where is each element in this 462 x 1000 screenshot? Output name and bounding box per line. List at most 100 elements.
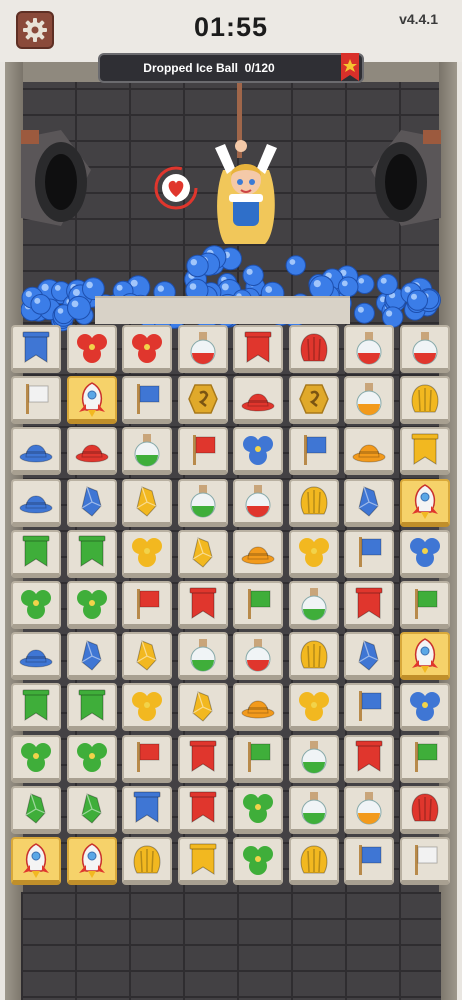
tile-green-flower[interactable] <box>11 581 61 629</box>
tile-yellow-banner[interactable] <box>177 837 228 885</box>
tile-yellow-crystal[interactable] <box>177 529 228 578</box>
orange-hat-icon <box>241 700 275 719</box>
right-pipe-icon <box>371 130 441 226</box>
tile-blue-flag[interactable] <box>288 427 339 476</box>
tile-green-flag[interactable] <box>399 734 450 783</box>
tile-white-flag[interactable] <box>399 837 450 885</box>
tile-yellow-shell[interactable] <box>122 837 172 885</box>
tile-blue-flower[interactable] <box>233 427 283 476</box>
tile-blue-hat[interactable] <box>11 478 61 527</box>
tile-orange-hat[interactable] <box>344 427 394 476</box>
tile-red-shell[interactable] <box>399 785 450 834</box>
tile-yellow-flower[interactable] <box>122 529 172 578</box>
tile-yellow-flower[interactable] <box>288 529 339 578</box>
tile-red-shell[interactable] <box>288 325 339 373</box>
tile-yellow-shell[interactable] <box>288 837 339 885</box>
tile-red-flower[interactable] <box>122 325 172 373</box>
tile-red-banner[interactable] <box>344 734 394 783</box>
tile-red-banner[interactable] <box>177 734 228 783</box>
tile-yellow-banner[interactable] <box>399 427 450 476</box>
tile-green-banner[interactable] <box>11 683 61 732</box>
tile-green-potion[interactable] <box>177 632 228 681</box>
tile-green-flag[interactable] <box>399 581 450 629</box>
tile-orange-potion[interactable] <box>344 376 394 425</box>
tile-red-banner[interactable] <box>177 785 228 834</box>
tile-rocket[interactable] <box>399 478 450 527</box>
tile-yellow-flower[interactable] <box>122 683 172 732</box>
tile-blue-crystal[interactable] <box>344 632 394 681</box>
tile-yellow-shell[interactable] <box>288 478 339 527</box>
tile-green-potion[interactable] <box>288 581 339 629</box>
blue-crystal-icon <box>358 640 379 671</box>
progress-label: Dropped Ice Ball 0/120 <box>100 61 318 75</box>
tile-green-flower[interactable] <box>233 837 283 885</box>
tile-green-banner[interactable] <box>11 529 61 578</box>
tile-orange-hat[interactable] <box>233 683 283 732</box>
tile-blue-flower[interactable] <box>399 529 450 578</box>
tile-green-banner[interactable] <box>66 683 117 732</box>
tile-green-potion[interactable] <box>122 427 172 476</box>
tile-red-flag[interactable] <box>122 734 172 783</box>
tile-blue-flag[interactable] <box>344 683 394 732</box>
tile-yellow-crystal[interactable] <box>122 632 172 681</box>
tile-green-flag[interactable] <box>233 734 283 783</box>
tile-red-banner[interactable] <box>177 581 228 629</box>
tile-yellow-crystal[interactable] <box>177 683 228 732</box>
tile-red-potion[interactable] <box>177 325 228 373</box>
tile-green-flower[interactable] <box>66 581 117 629</box>
tile-green-flag[interactable] <box>233 581 283 629</box>
tile-red-flag[interactable] <box>122 581 172 629</box>
tile-red-potion[interactable] <box>399 325 450 373</box>
tile-rocket[interactable] <box>66 376 117 425</box>
tile-blue-flag[interactable] <box>344 529 394 578</box>
tile-green-flower[interactable] <box>66 734 117 783</box>
tile-green-potion[interactable] <box>288 734 339 783</box>
tile-red-potion[interactable] <box>344 325 394 373</box>
tile-green-flower[interactable] <box>11 734 61 783</box>
tile-yellow-shell[interactable] <box>399 376 450 425</box>
tile-red-flag[interactable] <box>177 427 228 476</box>
tile-red-hat[interactable] <box>233 376 283 425</box>
tile-green-crystal[interactable] <box>11 785 61 834</box>
yellow-crystal-icon <box>136 486 157 517</box>
tile-red-flower[interactable] <box>66 325 117 373</box>
tile-rocket[interactable] <box>399 632 450 681</box>
tile-green-flower[interactable] <box>233 785 283 834</box>
tile-blue-flag[interactable] <box>122 376 172 425</box>
tile-blue-hat[interactable] <box>11 632 61 681</box>
yellow-shell-icon <box>411 384 438 413</box>
tile-rocket[interactable] <box>66 837 117 885</box>
tile-gold-coin[interactable] <box>288 376 339 425</box>
tile-rocket[interactable] <box>11 837 61 885</box>
tile-yellow-crystal[interactable] <box>122 478 172 527</box>
blue-flag-icon <box>359 537 382 568</box>
tile-red-hat[interactable] <box>66 427 117 476</box>
tile-blue-crystal[interactable] <box>66 478 117 527</box>
tile-blue-banner[interactable] <box>122 785 172 834</box>
tile-orange-potion[interactable] <box>344 785 394 834</box>
tile-blue-flower[interactable] <box>399 683 450 732</box>
tile-blue-banner[interactable] <box>11 325 61 373</box>
tile-yellow-flower[interactable] <box>288 683 339 732</box>
tile-orange-hat[interactable] <box>233 529 283 578</box>
tile-green-potion[interactable] <box>177 478 228 527</box>
tile-green-crystal[interactable] <box>66 785 117 834</box>
tile-blue-crystal[interactable] <box>344 478 394 527</box>
blue-flower-icon <box>409 538 440 568</box>
tile-red-banner[interactable] <box>344 581 394 629</box>
tile-red-banner[interactable] <box>233 325 283 373</box>
tile-gold-coin[interactable] <box>177 376 228 425</box>
tile-blue-crystal[interactable] <box>66 632 117 681</box>
tile-green-banner[interactable] <box>66 529 117 578</box>
tile-red-potion[interactable] <box>233 632 283 681</box>
tile-blue-hat[interactable] <box>11 427 61 476</box>
red-potion-icon <box>245 485 271 518</box>
tile-red-potion[interactable] <box>233 478 283 527</box>
tile-yellow-shell[interactable] <box>288 632 339 681</box>
tile-green-potion[interactable] <box>288 785 339 834</box>
tile-white-flag[interactable] <box>11 376 61 425</box>
orange-hat-icon <box>352 444 386 463</box>
green-flower-icon <box>21 743 51 773</box>
orange-hat-icon <box>241 546 275 565</box>
tile-blue-flag[interactable] <box>344 837 394 885</box>
